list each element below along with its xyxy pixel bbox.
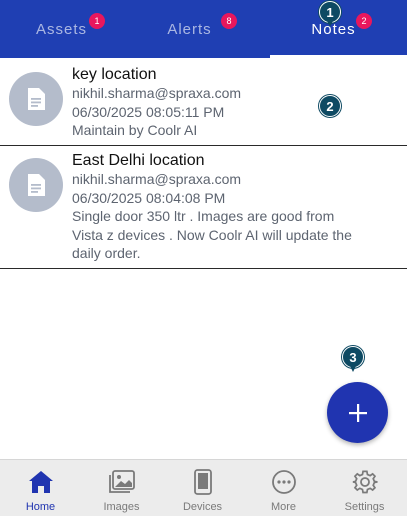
device-icon (193, 469, 212, 495)
note-avatar (9, 158, 63, 212)
tab-assets-label: Assets (35, 20, 87, 38)
tab-alerts[interactable]: Alerts 8 (135, 0, 270, 58)
document-icon (28, 174, 45, 196)
bottom-navigation: Home Images Devices More Settings (0, 459, 407, 516)
note-content: East Delhi location nikhil.sharma@spraxa… (72, 151, 397, 263)
nav-devices[interactable]: Devices (162, 460, 243, 517)
annotation-marker-1: 1 (319, 1, 341, 27)
assets-count-badge: 1 (89, 13, 105, 29)
add-note-button[interactable] (327, 382, 388, 443)
tab-alerts-label: Alerts (167, 20, 212, 38)
home-icon (28, 471, 53, 493)
note-title: key location (72, 66, 157, 83)
note-author-email: nikhil.sharma@spraxa.com (72, 171, 242, 187)
nav-home-label: Home (25, 501, 56, 513)
alerts-count-badge: 8 (221, 13, 237, 29)
note-body-line: Vista z devices . Now Coolr AI will upda… (72, 226, 352, 243)
note-body-line: Maintain by Coolr AI (72, 122, 198, 138)
plus-icon (348, 403, 367, 422)
more-icon (271, 470, 296, 494)
nav-devices-label: Devices (182, 501, 223, 513)
nav-home[interactable]: Home (0, 460, 81, 517)
note-author-email: nikhil.sharma@spraxa.com (72, 85, 242, 101)
nav-images[interactable]: Images (81, 460, 162, 517)
nav-more[interactable]: More (243, 460, 324, 517)
tab-assets[interactable]: Assets 1 (0, 0, 135, 58)
gear-icon (352, 470, 378, 494)
nav-settings[interactable]: Settings (324, 460, 405, 517)
document-icon (28, 88, 45, 110)
nav-settings-label: Settings (344, 501, 385, 513)
note-timestamp: 06/30/2025 08:05:11 PM (72, 103, 225, 120)
note-content: key location nikhil.sharma@spraxa.com 06… (72, 65, 397, 140)
note-timestamp: 06/30/2025 08:04:08 PM (72, 189, 226, 206)
notes-count-badge: 2 (356, 13, 372, 29)
note-avatar (9, 72, 63, 126)
tab-notes-label: Notes (311, 20, 356, 38)
nav-images-label: Images (103, 501, 140, 513)
note-list-item[interactable]: key location nikhil.sharma@spraxa.com 06… (0, 60, 407, 146)
nav-more-label: More (270, 501, 297, 513)
note-body-line: Single door 350 ltr . Images are good fr… (72, 208, 335, 224)
note-body-line: daily order. (72, 245, 141, 261)
top-tab-bar: Assets 1 Alerts 8 Notes 2 (0, 0, 407, 58)
note-title: East Delhi location (72, 152, 205, 169)
images-icon (108, 470, 135, 493)
annotation-marker-2: 2 (319, 95, 341, 117)
annotation-marker-3: 3 (342, 346, 364, 372)
note-list-item[interactable]: East Delhi location nikhil.sharma@spraxa… (0, 146, 407, 269)
